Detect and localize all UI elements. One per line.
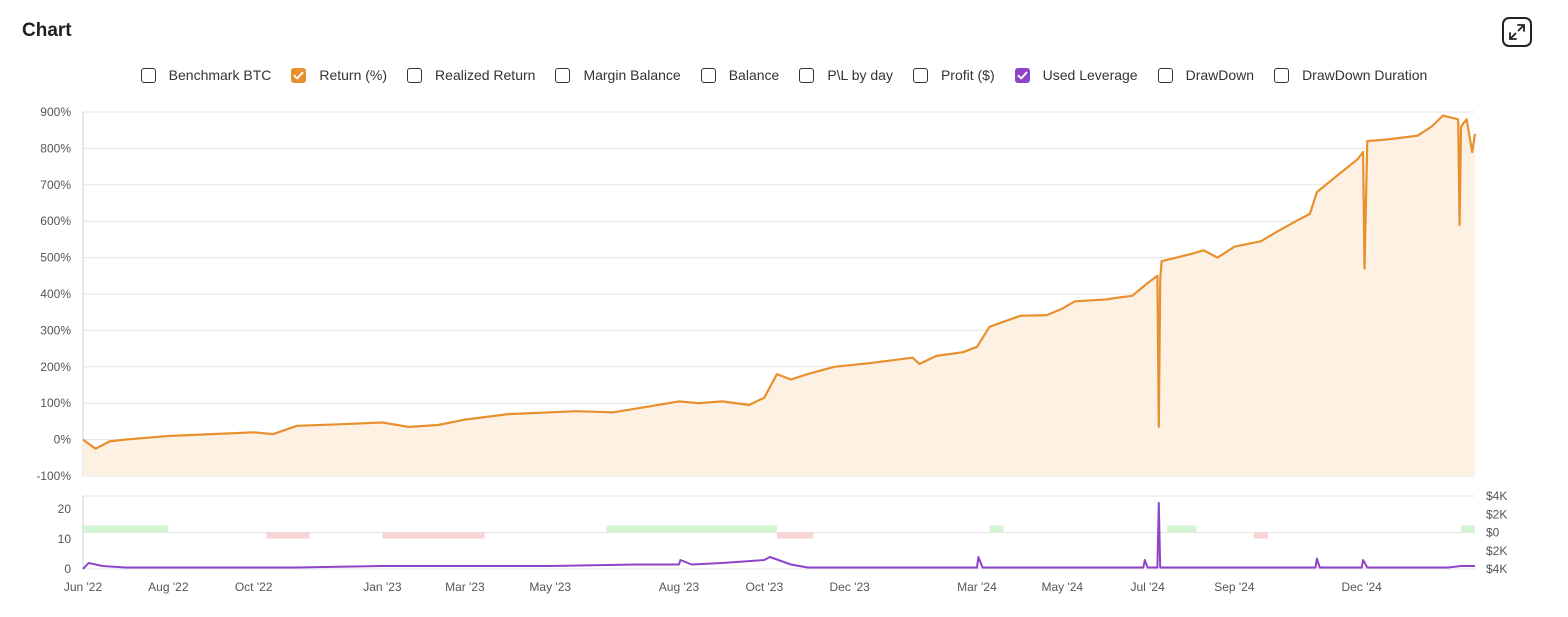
pl-bar: [1253, 532, 1268, 539]
x-tick-label: May '23: [529, 580, 571, 594]
x-tick-label: May '24: [1041, 580, 1083, 594]
y-tick-label: 600%: [40, 214, 71, 228]
y2-tick-label: $4K: [1486, 489, 1507, 503]
x-tick-label: Aug '22: [148, 580, 189, 594]
pl-bar: [776, 532, 814, 539]
y-tick-label: 200%: [40, 360, 71, 374]
pl-bar: [1167, 525, 1197, 533]
pl-bar: [989, 525, 1004, 533]
pl-bar: [382, 532, 485, 539]
y2-tick-label: $2K: [1486, 544, 1507, 558]
y-tick-label: 800%: [40, 141, 71, 155]
pl-bar: [1461, 525, 1475, 533]
y-tick-label: 400%: [40, 287, 71, 301]
chart-canvas: 900% 800% 700% 600% 500% 400% 300% 200% 100% 0% -1…: [36, 105, 1507, 594]
x-tick-label: Dec '24: [1342, 580, 1383, 594]
x-tick-label: Oct '22: [235, 580, 273, 594]
pl-bar: [606, 525, 777, 533]
pl-bar: [83, 525, 169, 533]
x-tick-label: Oct '23: [745, 580, 783, 594]
x-tick-label: Jun '22: [64, 580, 103, 594]
y-tick-label: 20: [58, 502, 72, 516]
y-tick-label: -100%: [36, 469, 71, 483]
y-tick-label: 0%: [54, 433, 72, 447]
x-tick-label: Jul '24: [1130, 580, 1165, 594]
y-tick-label: 500%: [40, 251, 71, 265]
y-tick-label: 100%: [40, 396, 71, 410]
y-tick-label: 900%: [40, 105, 71, 119]
y2-tick-label: $2K: [1486, 507, 1507, 521]
y-tick-label: 700%: [40, 178, 71, 192]
pl-bar: [266, 532, 310, 539]
x-tick-label: Dec '23: [829, 580, 870, 594]
return-area: [83, 115, 1475, 476]
x-tick-label: Mar '23: [445, 580, 485, 594]
y-tick-label: 10: [58, 532, 72, 546]
x-tick-label: Sep '24: [1214, 580, 1255, 594]
y-tick-label: 300%: [40, 323, 71, 337]
y2-tick-label: $0: [1486, 526, 1500, 540]
x-tick-label: Mar '24: [957, 580, 997, 594]
x-tick-label: Jan '23: [363, 580, 402, 594]
y-tick-label: 0: [64, 562, 71, 576]
x-tick-label: Aug '23: [659, 580, 700, 594]
y2-tick-label: $4K: [1486, 562, 1507, 576]
